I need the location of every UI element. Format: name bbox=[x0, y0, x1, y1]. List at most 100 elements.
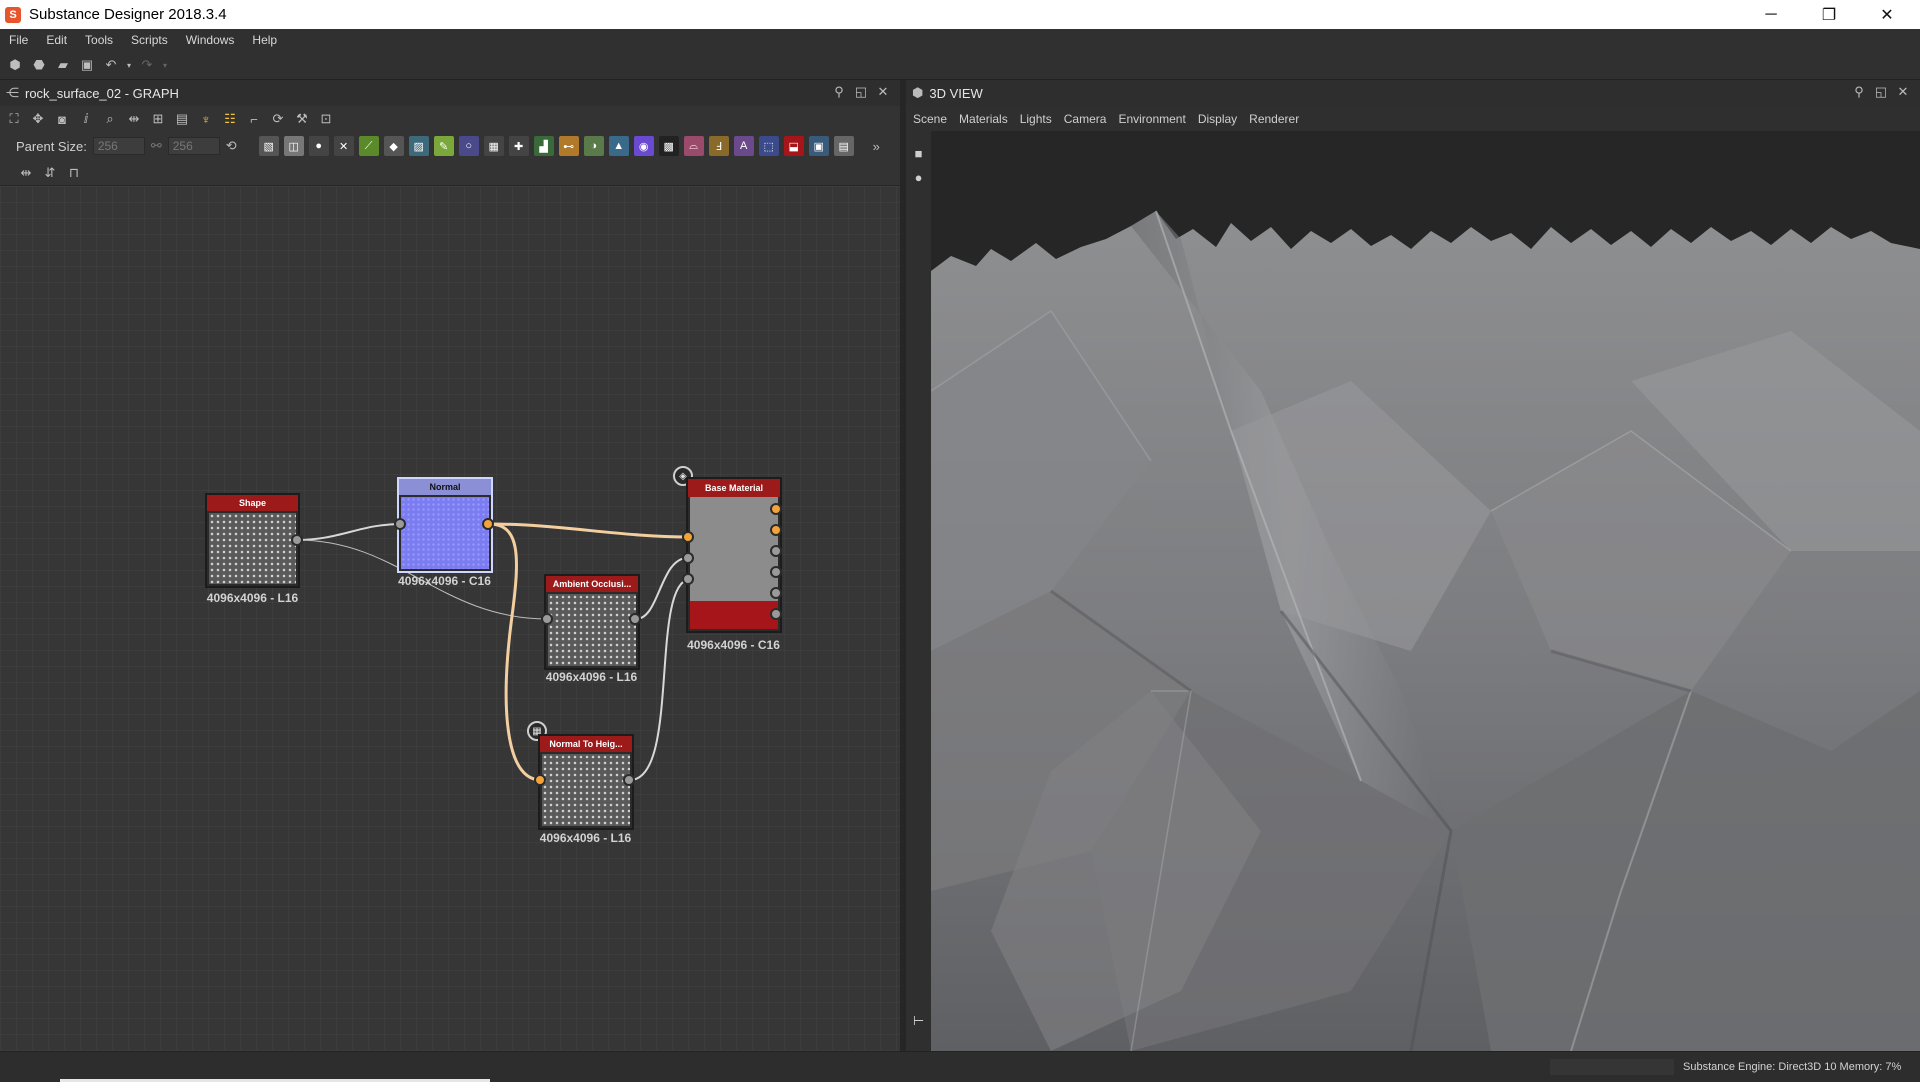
pixel-processor-icon[interactable]: ▩ bbox=[658, 136, 679, 156]
uniform-color-icon[interactable]: ● bbox=[308, 136, 329, 156]
distance-icon[interactable]: ⊷ bbox=[558, 136, 579, 156]
frame-all-icon[interactable]: ⛶ bbox=[4, 109, 24, 129]
tree-icon[interactable]: ⊢ bbox=[906, 1009, 931, 1033]
view-menu-renderer[interactable]: Renderer bbox=[1244, 112, 1304, 126]
parent-size-height[interactable]: 256 bbox=[167, 137, 220, 155]
transform-icon[interactable]: ✕ bbox=[333, 136, 354, 156]
font-icon[interactable]: A bbox=[733, 136, 754, 156]
node-output-pin[interactable] bbox=[770, 545, 782, 557]
view-menu-display[interactable]: Display bbox=[1193, 112, 1242, 126]
tree-icon[interactable]: ☷ bbox=[220, 109, 240, 129]
menu-edit[interactable]: Edit bbox=[37, 33, 76, 47]
shape-icon[interactable]: ⌓ bbox=[683, 136, 704, 156]
view-menu-camera[interactable]: Camera bbox=[1059, 112, 1112, 126]
view-menu-environment[interactable]: Environment bbox=[1113, 112, 1190, 126]
connect-icon[interactable]: ⌐ bbox=[244, 109, 264, 129]
output-icon[interactable]: ⬓ bbox=[783, 136, 804, 156]
levels-icon[interactable]: ◆ bbox=[383, 136, 404, 156]
float-icon[interactable]: ◱ bbox=[1870, 84, 1892, 100]
parent-size-width[interactable]: 256 bbox=[92, 137, 145, 155]
node-output-pin[interactable] bbox=[291, 534, 303, 546]
crop-icon[interactable]: ⬚ bbox=[758, 136, 779, 156]
open-folder-icon[interactable]: ▰ bbox=[53, 55, 73, 75]
new-package-icon[interactable]: ⬣ bbox=[29, 55, 49, 75]
chevron-down-icon[interactable]: ▾ bbox=[125, 55, 133, 75]
node-output-pin[interactable] bbox=[482, 518, 494, 530]
text-icon[interactable]: Ⅎ bbox=[708, 136, 729, 156]
height-icon[interactable]: ▲ bbox=[608, 136, 629, 156]
node-output-pin[interactable] bbox=[770, 503, 782, 515]
node-output-pin[interactable] bbox=[770, 587, 782, 599]
light-bulb-icon[interactable]: ● bbox=[906, 165, 931, 189]
node-output-pin[interactable] bbox=[629, 613, 641, 625]
close-icon[interactable]: ✕ bbox=[1892, 84, 1914, 100]
camera-icon[interactable]: ◙ bbox=[52, 109, 72, 129]
float-icon[interactable]: ◱ bbox=[850, 84, 872, 100]
dock-left-icon[interactable]: ⇹ bbox=[16, 163, 36, 183]
blend-icon[interactable]: ▨ bbox=[408, 136, 429, 156]
node-input-pin[interactable] bbox=[682, 573, 694, 585]
view-menu-scene[interactable]: Scene bbox=[908, 112, 952, 126]
emboss-icon[interactable]: ◑ bbox=[583, 136, 604, 156]
search-icon[interactable]: ⌕ bbox=[100, 109, 120, 129]
python-icon[interactable]: ♆ bbox=[196, 109, 216, 129]
menu-help[interactable]: Help bbox=[243, 33, 286, 47]
fx-map-icon[interactable]: ✚ bbox=[508, 136, 529, 156]
video-camera-icon[interactable]: ■ bbox=[906, 141, 931, 165]
node-ambient-occlusion[interactable]: Ambient Occlusi... bbox=[544, 574, 640, 670]
3d-viewport[interactable] bbox=[931, 131, 1920, 1051]
view-menu-lights[interactable]: Lights bbox=[1015, 112, 1057, 126]
pin-icon[interactable]: ⚲ bbox=[828, 84, 850, 100]
node-normal-to-height[interactable]: Normal To Heig... bbox=[538, 734, 634, 830]
svg-node-icon[interactable]: ◫ bbox=[283, 136, 304, 156]
view-menu-materials[interactable]: Materials bbox=[954, 112, 1013, 126]
node-output-pin[interactable] bbox=[770, 566, 782, 578]
maximize-button[interactable]: ❐ bbox=[1800, 0, 1858, 29]
link-icon[interactable]: ⚯ bbox=[151, 138, 162, 154]
node-input-pin[interactable] bbox=[534, 774, 546, 786]
hsl-icon[interactable]: ◉ bbox=[633, 136, 654, 156]
menu-tools[interactable]: Tools bbox=[76, 33, 122, 47]
graph-canvas[interactable]: Shape 4096x4096 - L16 Normal 4096x4096 -… bbox=[0, 186, 900, 1051]
node-output-pin[interactable] bbox=[770, 524, 782, 536]
node-output-pin[interactable] bbox=[623, 774, 635, 786]
bitmap-node-icon[interactable]: ▧ bbox=[258, 136, 279, 156]
more-icon[interactable]: » bbox=[873, 139, 880, 154]
export-icon[interactable]: ⊡ bbox=[316, 109, 336, 129]
normal-node-icon[interactable]: ▣ bbox=[808, 136, 829, 156]
minimize-button[interactable]: ─ bbox=[1742, 0, 1800, 29]
node-output-pin[interactable] bbox=[770, 608, 782, 620]
node-input-pin[interactable] bbox=[682, 531, 694, 543]
align-icon[interactable]: ⇹ bbox=[124, 109, 144, 129]
pin-icon[interactable]: ⚲ bbox=[1848, 84, 1870, 100]
redo-icon[interactable]: ↷ bbox=[137, 55, 157, 75]
blur-icon[interactable]: ○ bbox=[458, 136, 479, 156]
close-button[interactable]: ✕ bbox=[1858, 0, 1916, 29]
graph-node-icon[interactable]: ▤ bbox=[833, 136, 854, 156]
close-icon[interactable]: ✕ bbox=[872, 84, 894, 100]
node-normal[interactable]: Normal bbox=[397, 477, 493, 573]
menu-scripts[interactable]: Scripts bbox=[122, 33, 177, 47]
tile-icon[interactable]: ▦ bbox=[483, 136, 504, 156]
menu-windows[interactable]: Windows bbox=[177, 33, 244, 47]
warp-icon[interactable]: ✎ bbox=[433, 136, 454, 156]
refresh-icon[interactable]: ⟳ bbox=[268, 109, 288, 129]
dock-top-icon[interactable]: ⇵ bbox=[40, 163, 60, 183]
node-input-pin[interactable] bbox=[682, 552, 694, 564]
tools-icon[interactable]: ⚒ bbox=[292, 109, 312, 129]
node-input-pin[interactable] bbox=[541, 613, 553, 625]
info-icon[interactable]: ⅈ bbox=[76, 109, 96, 129]
curve-icon[interactable]: ⟋ bbox=[358, 136, 379, 156]
distribute-icon[interactable]: ⊞ bbox=[148, 109, 168, 129]
undo-icon[interactable]: ↶ bbox=[101, 55, 121, 75]
move-icon[interactable]: ✥ bbox=[28, 109, 48, 129]
chevron-down-icon[interactable]: ▾ bbox=[161, 55, 169, 75]
node-shape[interactable]: Shape bbox=[205, 493, 300, 588]
gradient-map-icon[interactable]: ▟ bbox=[533, 136, 554, 156]
node-input-pin[interactable] bbox=[394, 518, 406, 530]
library-icon[interactable]: ▤ bbox=[172, 109, 192, 129]
layout-icon[interactable]: ⊓ bbox=[64, 163, 84, 183]
new-substance-icon[interactable]: ⬢ bbox=[5, 55, 25, 75]
menu-file[interactable]: File bbox=[0, 33, 37, 47]
reset-icon[interactable]: ⟲ bbox=[226, 138, 237, 154]
